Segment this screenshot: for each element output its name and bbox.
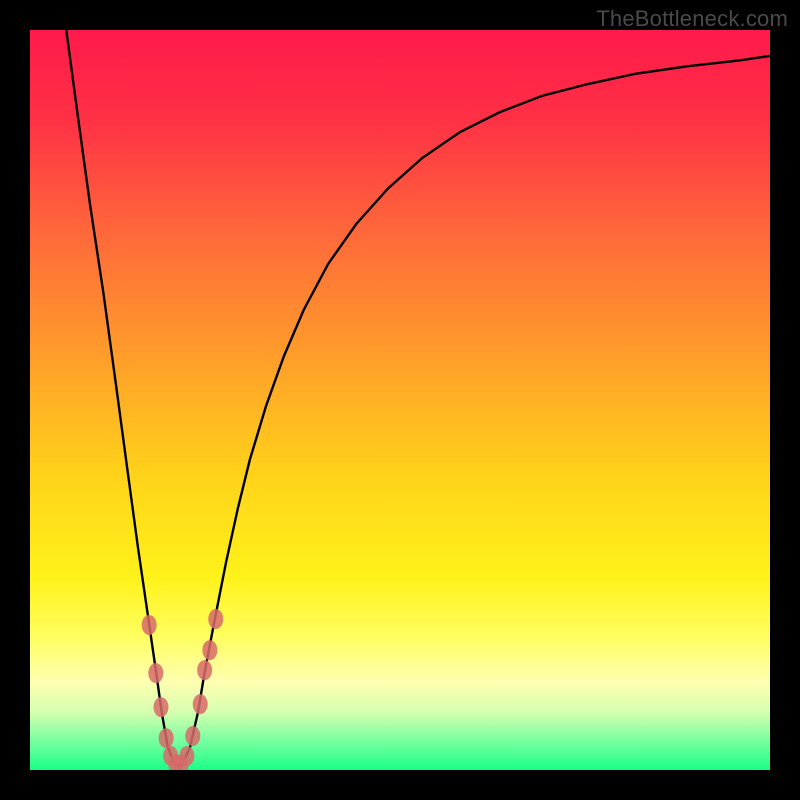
marker-dot xyxy=(153,697,168,717)
marker-dot xyxy=(197,660,212,680)
marker-dot xyxy=(193,694,208,714)
outer-frame: TheBottleneck.com xyxy=(0,0,800,800)
marker-dot xyxy=(179,746,194,766)
marker-dot xyxy=(185,726,200,746)
marker-dot xyxy=(142,615,157,635)
plot-area xyxy=(30,30,770,770)
marker-dot xyxy=(148,663,163,683)
curve-layer xyxy=(30,30,770,770)
watermark-text: TheBottleneck.com xyxy=(596,6,788,32)
bottleneck-curve xyxy=(66,30,770,766)
marker-dot xyxy=(159,728,174,748)
marker-dot xyxy=(202,640,217,660)
marker-dot xyxy=(208,609,223,629)
